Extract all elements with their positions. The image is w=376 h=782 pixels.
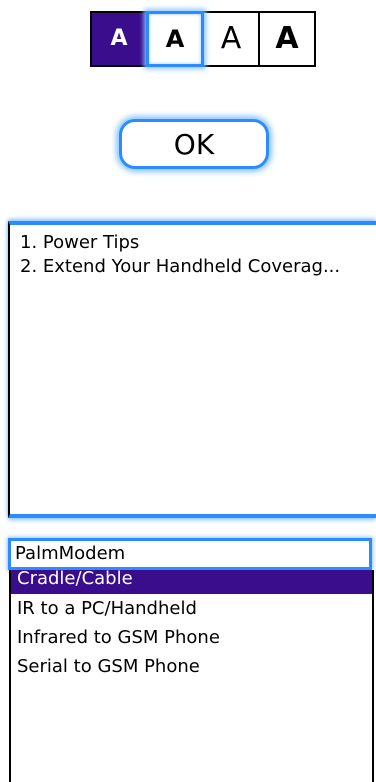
tips-list[interactable]: 1. Power Tips 2. Extend Your Handheld Co…	[8, 221, 376, 518]
list-item-extend-coverage[interactable]: 2. Extend Your Handheld Coverag...	[20, 255, 376, 279]
font-option-large-glyph: A	[220, 21, 242, 56]
font-option-large-bold[interactable]: A	[258, 11, 316, 67]
list-item-power-tips[interactable]: 1. Power Tips	[20, 231, 376, 255]
ok-button[interactable]: OK	[119, 119, 269, 169]
font-option-large[interactable]: A	[202, 11, 260, 67]
connection-option-ir-pc-handheld[interactable]: IR to a PC/Handheld	[11, 594, 372, 623]
font-option-small[interactable]: A	[90, 11, 148, 67]
font-option-bold-glyph: A	[165, 25, 185, 53]
connection-option-cradle-cable[interactable]: Cradle/Cable	[11, 570, 372, 594]
connection-option-serial-gsm[interactable]: Serial to GSM Phone	[11, 652, 372, 681]
font-size-selector: A A A A	[90, 11, 325, 67]
font-option-bold[interactable]: A	[146, 11, 204, 67]
font-option-small-glyph: A	[110, 26, 128, 51]
connection-field[interactable]: PalmModem	[8, 538, 372, 570]
font-option-large-bold-glyph: A	[275, 21, 299, 56]
connection-option-infrared-gsm[interactable]: Infrared to GSM Phone	[11, 623, 372, 652]
connection-options-list[interactable]: Cradle/Cable IR to a PC/Handheld Infrare…	[9, 570, 374, 782]
